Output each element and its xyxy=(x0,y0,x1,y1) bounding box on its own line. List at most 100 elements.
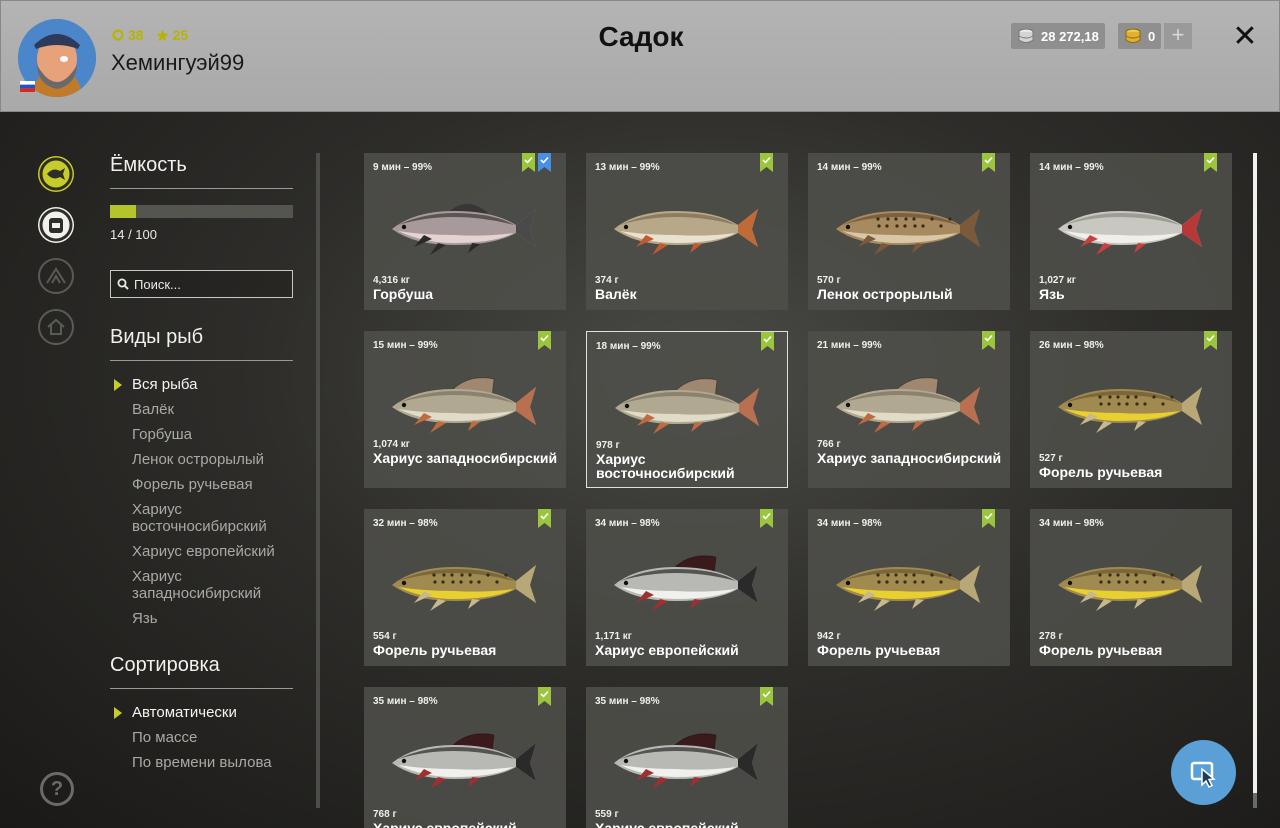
green-bookmark-badge-icon xyxy=(760,687,773,706)
fish-weight: 374 г xyxy=(595,275,619,286)
add-gold-button[interactable]: + xyxy=(1164,23,1192,49)
species-heading: Виды рыб xyxy=(110,326,204,348)
fish-name: Хариус восточносибирский xyxy=(596,451,735,481)
fish-card[interactable]: 34 мин – 98% 278 г Форель ручьевая xyxy=(1030,509,1232,666)
search-placeholder: Поиск... xyxy=(134,276,181,292)
gold-coins-icon xyxy=(1125,28,1141,43)
fish-card[interactable]: 18 мин – 99% 978 г Хариус восточносибирски… xyxy=(586,331,788,488)
green-bookmark-badge-icon xyxy=(760,509,773,528)
green-bookmark-badge-icon xyxy=(982,509,995,528)
fish-name: Хариус европейский xyxy=(595,820,739,828)
fish-name: Хариус западносибирский xyxy=(817,450,1002,466)
catch-time: 35 мин – 98% xyxy=(595,696,660,707)
fish-keepnet-icon[interactable] xyxy=(38,156,74,192)
fish-weight: 766 г xyxy=(817,439,841,450)
catch-time: 26 мин – 98% xyxy=(1039,340,1104,351)
grid-scrollbar[interactable] xyxy=(1253,153,1257,808)
fish-image xyxy=(615,378,759,434)
species-filter-item[interactable]: Вся рыба xyxy=(114,376,292,393)
green-bookmark-badge-icon xyxy=(1204,331,1217,350)
search-icon xyxy=(117,278,129,290)
close-icon[interactable]: ✕ xyxy=(1231,22,1259,52)
fish-name: Хариус европейский xyxy=(373,820,517,828)
species-filter-item[interactable]: Язь xyxy=(132,610,292,627)
green-bookmark-badge-icon xyxy=(538,687,551,706)
green-bookmark-badge-icon xyxy=(760,153,773,172)
top-bar: 38 25 Хемингуэй99 Садок 28 272,18 0 + ✕ xyxy=(0,0,1280,112)
fish-image xyxy=(392,565,536,611)
fish-card[interactable]: 32 мин – 98% 554 г Форель ручьевая xyxy=(364,509,566,666)
catch-time: 9 мин – 99% xyxy=(373,162,433,173)
fish-card[interactable]: 35 мин – 98% 559 г Хариус европейский xyxy=(586,687,788,828)
fish-weight: 768 г xyxy=(373,809,397,820)
sort-option-item[interactable]: По времени вылова xyxy=(132,754,292,771)
blue-bookmark-badge-icon xyxy=(538,153,551,172)
catch-time: 32 мин – 98% xyxy=(373,518,438,529)
species-filter-item[interactable]: Валёк xyxy=(132,401,292,418)
species-filter-item[interactable]: Хариус западносибирский xyxy=(132,568,292,602)
fish-image xyxy=(836,565,980,611)
catch-time: 34 мин – 98% xyxy=(817,518,882,529)
fish-image xyxy=(614,733,758,789)
silver-balance: 28 272,18 xyxy=(1011,23,1105,49)
species-filter-item[interactable]: Ленок острорылый xyxy=(132,451,292,468)
divider xyxy=(110,360,293,361)
fish-card[interactable]: 34 мин – 98% 1,171 кг Хариус европейский xyxy=(586,509,788,666)
species-filter-item[interactable]: Хариус восточносибирский xyxy=(132,501,292,535)
catch-time: 15 мин – 99% xyxy=(373,340,438,351)
divider xyxy=(110,688,293,689)
fish-card[interactable]: 14 мин – 99% 570 г Ленок острорылый xyxy=(808,153,1010,310)
fish-card[interactable]: 21 мин – 99% 766 г Хариус западносибирский xyxy=(808,331,1010,488)
fish-weight: 1,171 кг xyxy=(595,631,632,642)
fish-card[interactable]: 26 мин – 98% 527 г Форель ручьевая xyxy=(1030,331,1232,488)
catch-time: 21 мин – 99% xyxy=(817,340,882,351)
fish-card[interactable]: 9 мин – 99% 4,316 кг Горбуша xyxy=(364,153,566,310)
green-bookmark-badge-icon xyxy=(982,331,995,350)
capacity-bar-fill xyxy=(110,205,136,218)
fish-image xyxy=(1058,209,1202,255)
help-icon[interactable]: ? xyxy=(40,772,74,806)
fish-weight: 554 г xyxy=(373,631,397,642)
fish-name: Ленок острорылый xyxy=(817,286,953,302)
backpack-icon[interactable] xyxy=(38,207,74,243)
sort-heading: Сортировка xyxy=(110,654,220,676)
silver-coins-icon xyxy=(1018,28,1034,43)
catch-time: 34 мин – 98% xyxy=(595,518,660,529)
fish-card[interactable]: 13 мин – 99% 374 г Валёк xyxy=(586,153,788,310)
green-bookmark-badge-icon xyxy=(538,331,551,350)
search-input[interactable]: Поиск... xyxy=(110,270,293,298)
fish-card[interactable]: 35 мин – 98% 768 г Хариус европейский xyxy=(364,687,566,828)
gold-balance: 0 xyxy=(1118,23,1162,49)
fish-image xyxy=(836,377,980,433)
species-filter-item[interactable]: Форель ручьевая xyxy=(132,476,292,493)
fish-weight: 942 г xyxy=(817,631,841,642)
green-bookmark-badge-icon xyxy=(522,153,535,172)
capacity-bar xyxy=(110,205,293,218)
catch-time: 34 мин – 98% xyxy=(1039,518,1104,529)
home-icon[interactable] xyxy=(38,309,74,345)
sidebar-scrollbar[interactable] xyxy=(316,153,320,808)
green-bookmark-badge-icon xyxy=(1204,153,1217,172)
cursor-mode-button[interactable] xyxy=(1171,740,1236,805)
species-filter-item[interactable]: Горбуша xyxy=(132,426,292,443)
tent-icon[interactable] xyxy=(38,258,74,294)
fish-image xyxy=(392,733,536,789)
sort-option-item[interactable]: Автоматически xyxy=(114,704,292,721)
player-name: Хемингуэй99 xyxy=(111,50,245,75)
catch-time: 14 мин – 99% xyxy=(1039,162,1104,173)
fish-image xyxy=(614,209,758,255)
fish-card[interactable]: 15 мин – 99% 1,074 кг Хариус западносибирс… xyxy=(364,331,566,488)
fish-image xyxy=(1058,387,1202,433)
fish-name: Язь xyxy=(1039,286,1065,302)
fish-weight: 527 г xyxy=(1039,453,1063,464)
fish-card[interactable]: 34 мин – 98% 942 г Форель ручьевая xyxy=(808,509,1010,666)
silver-amount: 28 272,18 xyxy=(1041,28,1099,44)
scrollbar-thumb[interactable] xyxy=(1253,153,1257,793)
species-filter-item[interactable]: Хариус европейский xyxy=(132,543,292,560)
green-bookmark-badge-icon xyxy=(761,332,774,351)
cursor-icon xyxy=(1190,761,1216,788)
sort-option-item[interactable]: По массе xyxy=(132,729,292,746)
fish-image xyxy=(392,377,536,433)
fish-card[interactable]: 14 мин – 99% 1,027 кг Язь xyxy=(1030,153,1232,310)
fish-image xyxy=(1058,565,1202,611)
